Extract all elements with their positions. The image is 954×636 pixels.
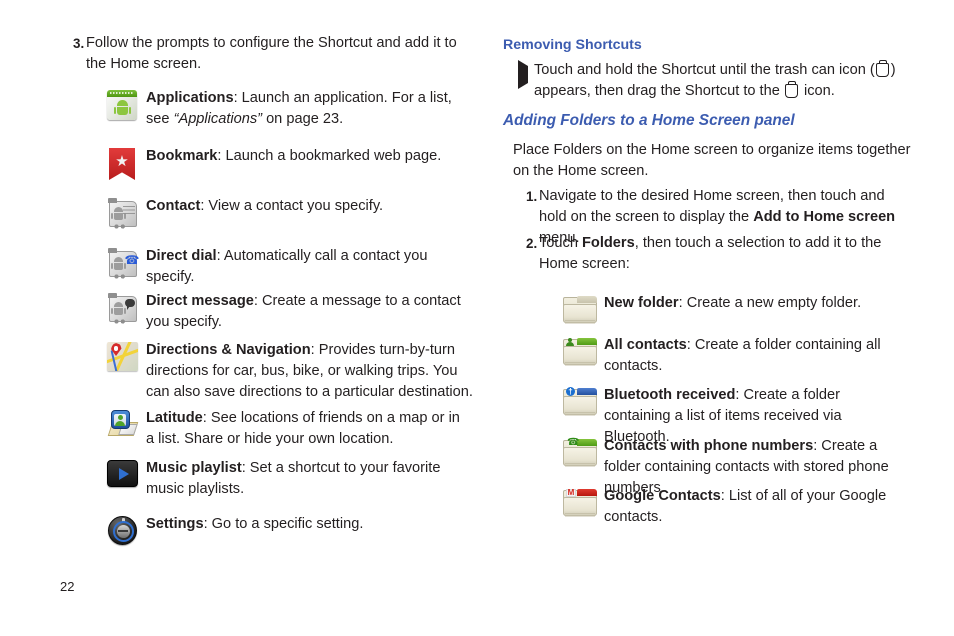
folder-step-1-number: 1.	[526, 189, 538, 204]
google-contacts-title: Google Contacts	[604, 488, 721, 504]
applications-icon-cell	[100, 88, 144, 120]
google-contacts-text: Google Contacts: List of all of your Goo…	[602, 486, 908, 528]
new-folder-desc: : Create a new empty folder.	[678, 295, 862, 311]
music-playlist-icon	[106, 460, 138, 487]
bookmark-icon: ★	[109, 148, 135, 180]
all-contacts-folder-icon-cell	[558, 335, 602, 367]
step-3: 3. Follow the prompts to configure the S…	[60, 33, 460, 75]
manual-page: 3. Follow the prompts to configure the S…	[0, 0, 954, 636]
folder-step-2-text: Touch Folders, then touch a selection to…	[539, 233, 913, 275]
removing-shortcuts-bullet: Touch and hold the Shortcut until the tr…	[500, 60, 915, 102]
new-folder-icon	[563, 295, 597, 325]
folder-item-google-contacts: Google Contacts: List of all of your Goo…	[558, 486, 908, 528]
shortcut-item-direct-dial: ☎ Direct dial: Automatically call a cont…	[100, 246, 470, 288]
contacts-with-phone-numbers-title: Contacts with phone numbers	[604, 438, 814, 454]
music-playlist-text: Music playlist: Set a shortcut to your f…	[144, 458, 470, 500]
contact-text: Contact: View a contact you specify.	[144, 196, 470, 217]
contacts-with-phone-numbers-folder-icon: ☎	[563, 438, 597, 468]
music-playlist-icon-cell	[100, 458, 144, 487]
folder-item-new-folder: New folder: Create a new empty folder.	[558, 293, 913, 325]
step-3-text: Follow the prompts to configure the Shor…	[86, 35, 457, 72]
contact-icon-cell	[100, 196, 144, 229]
latitude-text: Latitude: See locations of friends on a …	[144, 408, 470, 450]
new-folder-title: New folder	[604, 295, 679, 311]
folder-step-2-text-before: Touch	[539, 235, 582, 251]
applications-desc-italic: “Applications”	[173, 111, 263, 127]
shortcut-item-direct-message: Direct message: Create a message to a co…	[100, 291, 470, 333]
bluetooth-received-title: Bluetooth received	[604, 387, 736, 403]
shortcut-item-music-playlist: Music playlist: Set a shortcut to your f…	[100, 458, 470, 500]
applications-desc-2: on page 23.	[262, 111, 344, 127]
all-contacts-title: All contacts	[604, 337, 687, 353]
bookmark-icon-cell: ★	[100, 146, 144, 180]
bullet-triangle-icon	[518, 60, 528, 89]
bookmark-title: Bookmark	[146, 148, 218, 164]
shortcut-item-directions-navigation: Directions & Navigation: Provides turn-b…	[100, 340, 475, 403]
shortcut-item-latitude: Latitude: See locations of friends on a …	[100, 408, 470, 450]
bluetooth-received-folder-icon-cell: †	[558, 385, 602, 417]
folder-step-2: 2. Touch Folders, then touch a selection…	[513, 233, 913, 275]
bluetooth-received-folder-icon: †	[563, 387, 597, 417]
direct-dial-icon: ☎	[107, 248, 139, 279]
google-contacts-folder-icon-cell	[558, 486, 602, 518]
direct-message-title: Direct message	[146, 293, 254, 309]
folder-step-2-number: 2.	[526, 236, 538, 251]
direct-message-text: Direct message: Create a message to a co…	[144, 291, 470, 333]
removing-shortcuts-text: Touch and hold the Shortcut until the tr…	[534, 60, 915, 102]
all-contacts-text: All contacts: Create a folder containing…	[602, 335, 908, 377]
settings-icon	[107, 516, 137, 545]
directions-navigation-icon	[106, 342, 138, 371]
adding-folders-intro: Place Folders on the Home screen to orga…	[513, 142, 911, 179]
directions-navigation-icon-cell	[100, 340, 144, 371]
trash-can-icon	[876, 60, 890, 78]
direct-dial-icon-cell: ☎	[100, 246, 144, 279]
shortcut-item-applications: Applications: Launch an application. For…	[100, 88, 470, 130]
shortcut-item-settings: Settings: Go to a specific setting.	[100, 514, 470, 545]
removing-text-part1: Touch and hold the Shortcut until the tr…	[534, 62, 875, 78]
contact-icon	[107, 198, 138, 229]
direct-dial-title: Direct dial	[146, 248, 217, 264]
folder-step-1-bold: Add to Home screen	[753, 209, 896, 225]
new-folder-icon-cell	[558, 293, 602, 325]
google-contacts-folder-icon	[563, 488, 597, 518]
directions-navigation-text: Directions & Navigation: Provides turn-b…	[144, 340, 475, 403]
folder-step-2-bold: Folders	[582, 235, 635, 251]
direct-dial-text: Direct dial: Automatically call a contac…	[144, 246, 470, 288]
bullet-triangle-icon-cell	[500, 60, 534, 89]
contacts-with-phone-numbers-folder-icon-cell: ☎	[558, 436, 602, 468]
shortcut-item-bookmark: ★ Bookmark: Launch a bookmarked web page…	[100, 146, 470, 180]
all-contacts-folder-icon	[563, 337, 597, 367]
trash-can-icon-2	[785, 81, 799, 99]
directions-navigation-title: Directions & Navigation	[146, 342, 311, 358]
heading-removing-shortcuts: Removing Shortcuts	[503, 37, 642, 53]
bookmark-text: Bookmark: Launch a bookmarked web page.	[144, 146, 470, 167]
direct-message-icon-cell	[100, 291, 144, 324]
settings-desc: : Go to a specific setting.	[203, 516, 364, 532]
heading-adding-folders: Adding Folders to a Home Screen panel	[503, 112, 795, 129]
contact-title: Contact	[146, 198, 201, 214]
latitude-title: Latitude	[146, 410, 203, 426]
shortcut-item-contact: Contact: View a contact you specify.	[100, 196, 470, 229]
page-number: 22	[60, 579, 75, 594]
bookmark-desc: : Launch a bookmarked web page.	[217, 148, 442, 164]
folder-item-all-contacts: All contacts: Create a folder containing…	[558, 335, 908, 377]
applications-text: Applications: Launch an application. For…	[144, 88, 470, 130]
settings-text: Settings: Go to a specific setting.	[144, 514, 470, 535]
direct-message-icon	[107, 293, 138, 324]
new-folder-text: New folder: Create a new empty folder.	[602, 293, 913, 314]
music-playlist-title: Music playlist	[146, 460, 242, 476]
settings-title: Settings	[146, 516, 204, 532]
applications-icon	[107, 90, 137, 120]
step-3-number: 3.	[73, 36, 85, 51]
latitude-icon	[107, 410, 138, 441]
settings-icon-cell	[100, 514, 144, 545]
latitude-icon-cell	[100, 408, 144, 441]
applications-title: Applications	[146, 90, 234, 106]
contact-desc: : View a contact you specify.	[200, 198, 384, 214]
removing-text-part3: icon.	[799, 83, 835, 99]
